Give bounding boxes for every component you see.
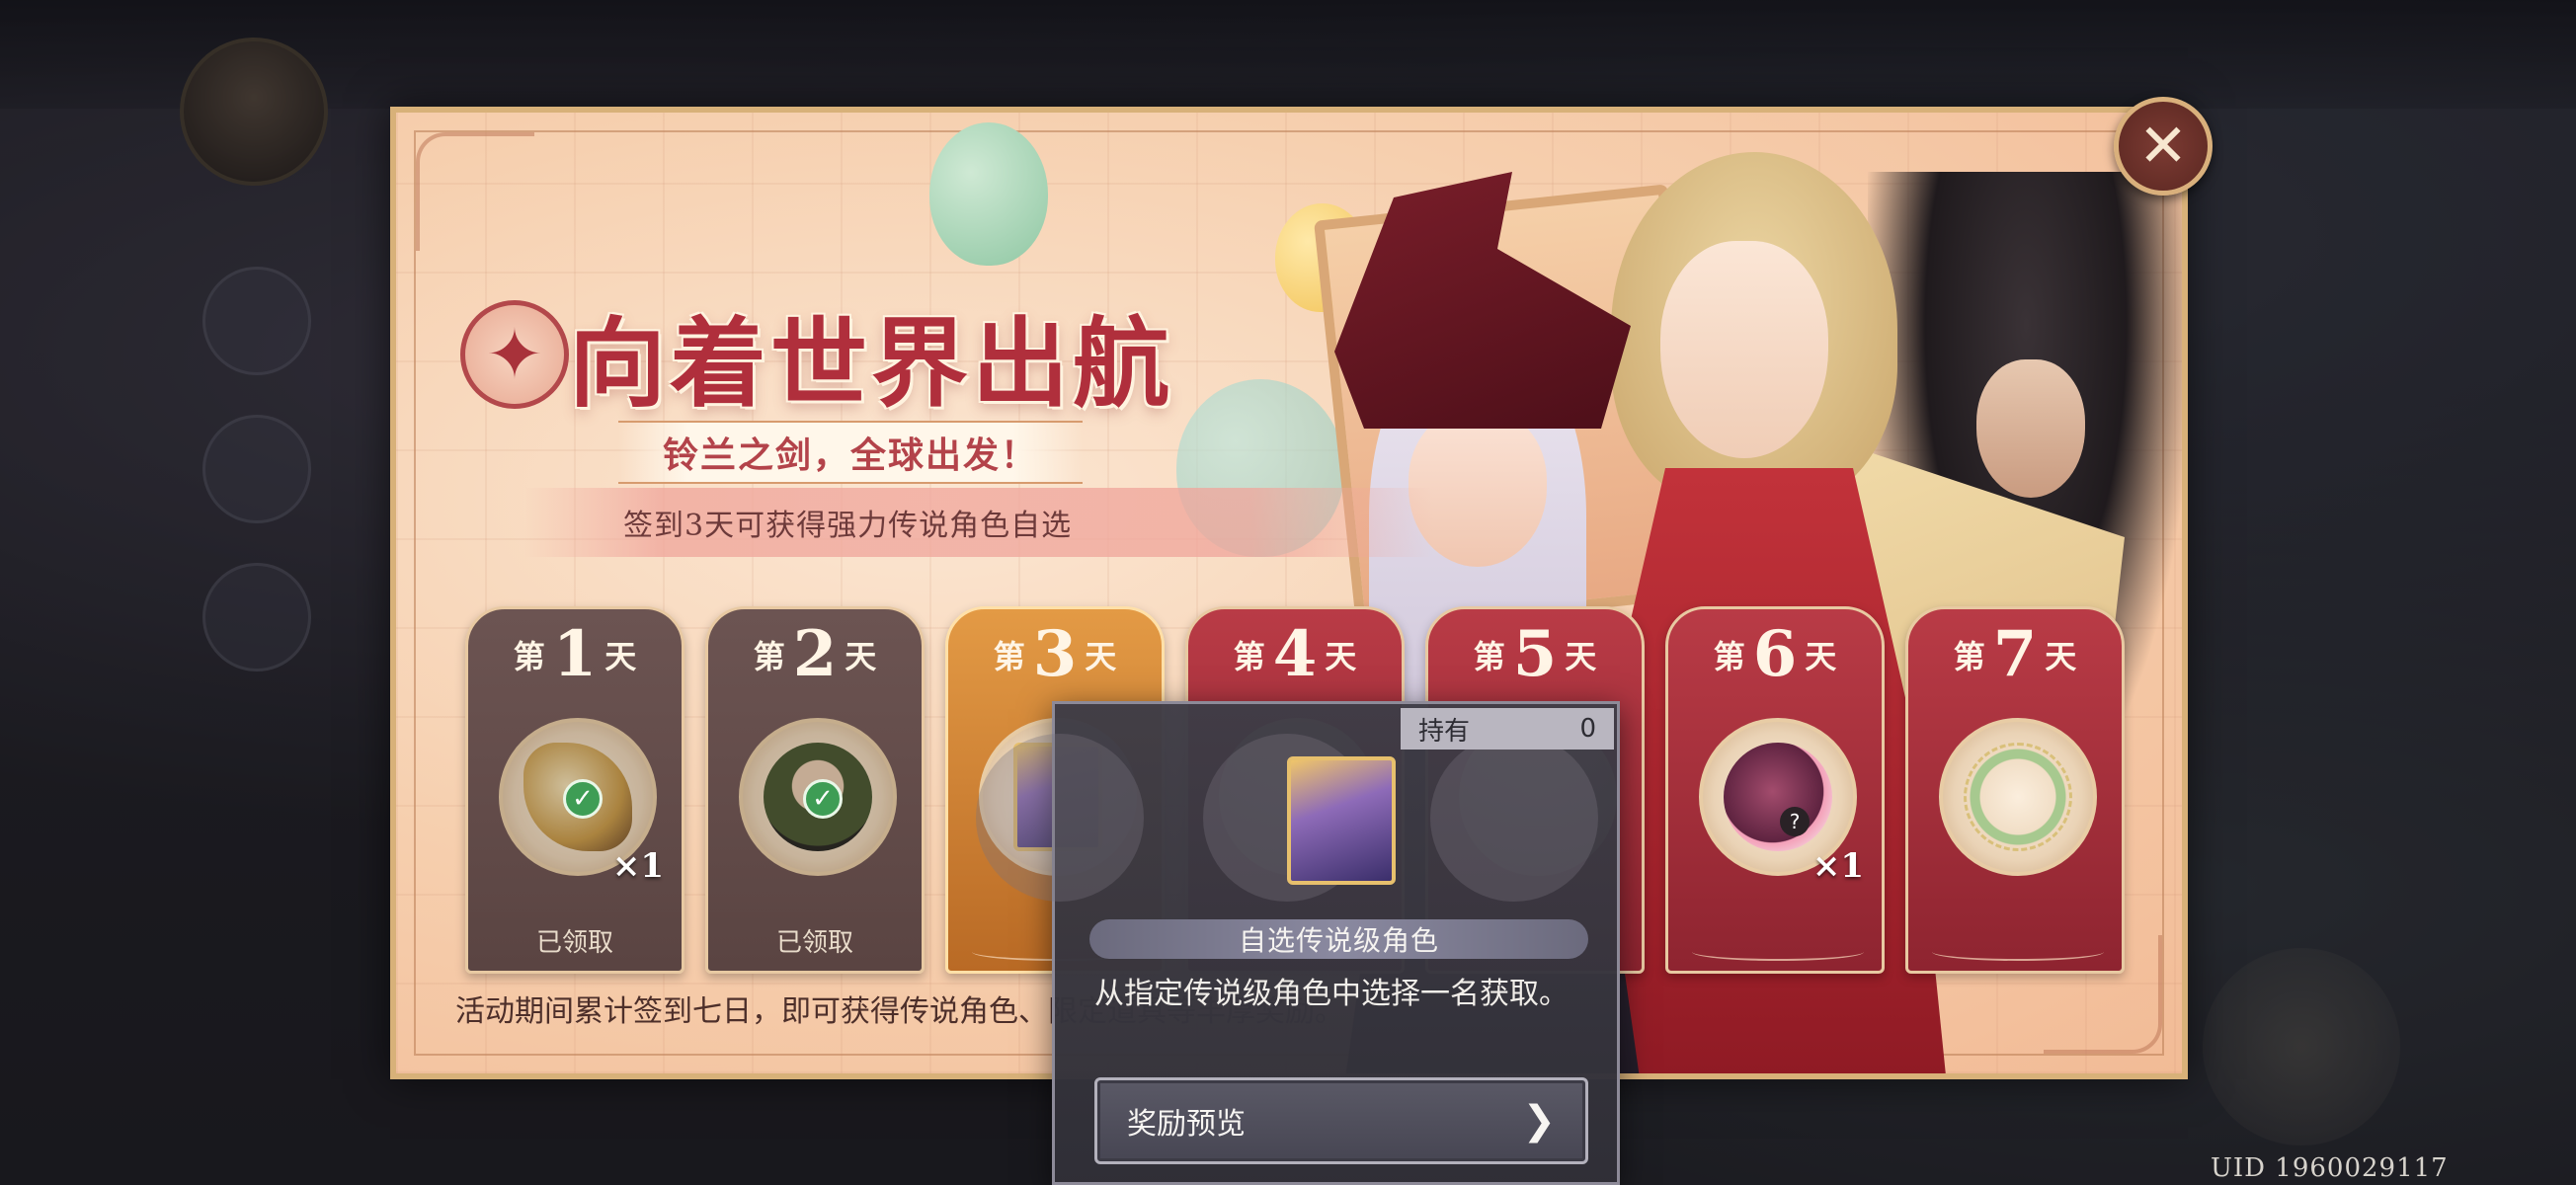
- close-icon: ✕: [2137, 112, 2189, 181]
- card-flourish: [1932, 943, 2104, 961]
- reward-preview-label: 奖励预览: [1127, 1107, 1246, 1142]
- day-suffix: 天: [845, 638, 877, 675]
- pot-icon: [1724, 743, 1832, 851]
- day-label: 第 7 天: [1908, 619, 2122, 690]
- chevron-right-icon: ❯: [1522, 1098, 1556, 1144]
- day-suffix: 天: [604, 638, 637, 675]
- tooltip-slot-shadow: [976, 734, 1144, 902]
- day-number: 1: [552, 617, 598, 691]
- owned-count-bar: 持有 0: [1401, 708, 1614, 750]
- checkin-hint: 签到3天可获得强力传说角色自选: [524, 488, 1433, 557]
- day-card-2[interactable]: 第 2 天 ✓ 已领取: [705, 606, 925, 974]
- corner-ornament: [416, 132, 534, 251]
- day-prefix: 第: [1233, 638, 1265, 675]
- owned-count: 0: [1579, 714, 1596, 744]
- player-uid: UID 1960029117: [2211, 1153, 2449, 1183]
- day-number: 3: [1032, 617, 1078, 691]
- day-suffix: 天: [2045, 638, 2077, 675]
- blonde-character-face: [1660, 241, 1828, 458]
- day-suffix: 天: [1325, 638, 1357, 675]
- day-prefix: 第: [1713, 638, 1745, 675]
- card-flourish: [1692, 943, 1864, 961]
- event-title: 向着世界出航: [569, 307, 1174, 421]
- reward-slot: [1939, 718, 2097, 876]
- wreath-icon: [1964, 743, 2072, 851]
- check-icon: ✓: [803, 779, 843, 819]
- day-label: 第 4 天: [1188, 619, 1402, 690]
- claimed-status: 已领取: [535, 928, 613, 958]
- check-icon: ✓: [563, 779, 603, 819]
- day-card-6[interactable]: 第 6 天 ? ×1: [1665, 606, 1885, 974]
- day-suffix: 天: [1565, 638, 1597, 675]
- day-prefix: 第: [993, 638, 1025, 675]
- tooltip-slot-shadow: [1430, 734, 1598, 902]
- owned-label: 持有: [1418, 716, 1471, 747]
- question-icon: ?: [1780, 807, 1810, 836]
- item-description: 从指定传说级角色中选择一名获取。: [1094, 977, 1569, 1011]
- day-label: 第 6 天: [1668, 619, 1882, 690]
- day-label: 第 3 天: [948, 619, 1162, 690]
- close-button[interactable]: ✕: [2114, 97, 2213, 196]
- day-suffix: 天: [1085, 638, 1117, 675]
- day-prefix: 第: [513, 638, 545, 675]
- day-card-1[interactable]: 第 1 天 ✓ ×1 已领取: [465, 606, 684, 974]
- day-number: 7: [1992, 617, 2038, 691]
- compass-emblem-icon: ✦: [460, 300, 569, 409]
- day-number: 5: [1512, 617, 1558, 691]
- day-card-7[interactable]: 第 7 天: [1905, 606, 2125, 974]
- item-name: 自选传说级角色: [1089, 919, 1588, 959]
- event-subtitle: 铃兰之剑，全球出发！: [618, 421, 1083, 484]
- dark-haired-character-face: [1976, 359, 2085, 498]
- day-suffix: 天: [1805, 638, 1837, 675]
- reward-preview-button[interactable]: 奖励预览 ❯: [1094, 1077, 1588, 1164]
- day-prefix: 第: [753, 638, 785, 675]
- day-prefix: 第: [1953, 638, 1985, 675]
- day-prefix: 第: [1473, 638, 1505, 675]
- reward-quantity: ×1: [1811, 846, 1864, 886]
- legend-frame-icon: [1287, 756, 1396, 885]
- claimed-status: 已领取: [775, 928, 853, 958]
- day-label: 第 1 天: [468, 619, 682, 690]
- day-label: 第 5 天: [1428, 619, 1642, 690]
- day-number: 6: [1752, 617, 1798, 691]
- day-label: 第 2 天: [708, 619, 922, 690]
- reward-tooltip: 持有 0 自选传说级角色 从指定传说级角色中选择一名获取。 奖励预览 ❯: [976, 701, 1620, 1185]
- reward-quantity: ×1: [611, 846, 664, 886]
- green-balloon-icon: [929, 122, 1048, 266]
- tooltip-item: [1277, 751, 1406, 890]
- day-number: 4: [1272, 617, 1318, 691]
- day-number: 2: [792, 617, 838, 691]
